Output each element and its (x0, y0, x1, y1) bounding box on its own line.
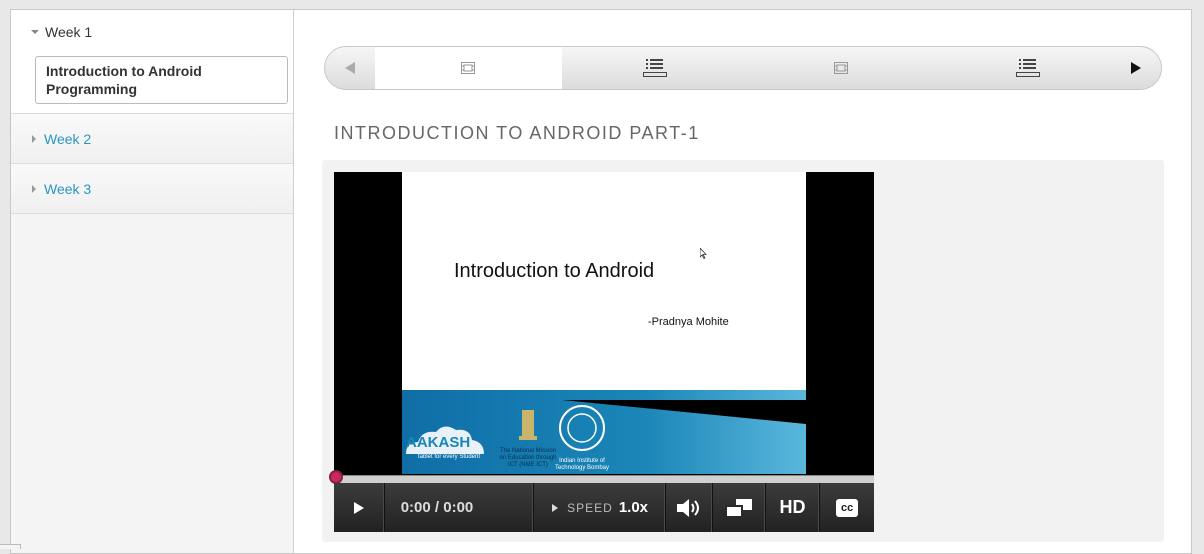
progress-handle[interactable] (329, 470, 343, 484)
chevron-right-icon (32, 134, 36, 143)
sequence-items (375, 47, 1121, 89)
prev-arrow-icon (345, 62, 355, 74)
list-icon (642, 59, 667, 77)
video-progress-bar[interactable] (329, 470, 874, 484)
time-display: 0:00 / 0:00 (385, 483, 534, 532)
video-icon (461, 62, 476, 74)
slide-author: -Pradnya Mohite (648, 316, 729, 328)
fullscreen-icon (724, 498, 752, 518)
captions-button[interactable]: cc (820, 483, 874, 532)
sequence-next-button[interactable] (1111, 47, 1161, 89)
hd-label: HD (779, 497, 806, 517)
next-arrow-icon (1131, 62, 1141, 74)
sequence-tab-video-1[interactable] (375, 47, 562, 89)
chevron-down-icon (31, 30, 39, 34)
sequence-tab-video-2[interactable] (748, 47, 935, 89)
sidebar-week-2[interactable]: Week 2 (11, 114, 293, 164)
volume-button[interactable] (666, 483, 713, 532)
main-content: INTRODUCTION TO ANDROID PART-1 Introduct… (294, 10, 1191, 553)
week-3-label: Week 3 (44, 180, 92, 197)
speed-button[interactable]: SPEED 1.0x (534, 483, 667, 532)
mouse-cursor-icon (700, 248, 707, 259)
course-frame: Week 1 Introduction to Android Programmi… (10, 9, 1192, 554)
play-button[interactable] (334, 483, 385, 532)
chevron-right-icon (552, 503, 559, 512)
week-2-label: Week 2 (44, 130, 92, 147)
iit-logo-text: Indian Institute of Technology Bombay (554, 458, 610, 471)
course-sidebar: Week 1 Introduction to Android Programmi… (11, 10, 294, 553)
play-icon (353, 501, 364, 514)
week-1-label: Week 1 (45, 24, 93, 40)
lesson-link-intro-android[interactable]: Introduction to Android Programming (35, 56, 288, 104)
video-panel: Introduction to Android -Pradnya Mohite (322, 160, 1164, 542)
mission-logo-text: The National Mission on Education throug… (499, 448, 557, 468)
sequence-tab-problem-1[interactable] (562, 47, 749, 89)
sequence-nav (324, 46, 1162, 90)
list-icon (1015, 59, 1040, 77)
sidebar-week-3[interactable]: Week 3 (11, 164, 293, 214)
cc-label: cc (836, 498, 859, 517)
week-1-toggle[interactable]: Week 1 (11, 24, 293, 40)
volume-icon (677, 498, 700, 517)
sidebar-week-1: Week 1 Introduction to Android Programmi… (11, 10, 293, 114)
fullscreen-button[interactable] (713, 483, 766, 532)
video-icon (834, 62, 849, 74)
speed-value: 1.0x (618, 499, 649, 516)
chevron-right-icon (32, 184, 36, 193)
sequence-tab-problem-2[interactable] (935, 47, 1122, 89)
window-corner (0, 544, 21, 549)
video-controls: 0:00 / 0:00 SPEED 1.0x HD cc (334, 483, 874, 532)
slide-title: Introduction to Android (454, 260, 655, 282)
page-title: INTRODUCTION TO ANDROID PART-1 (334, 123, 700, 143)
time-text: 0:00 / 0:00 (400, 499, 474, 516)
aakash-logo-text: AAKASH (406, 434, 471, 451)
aakash-tagline: tablet for every Student (417, 454, 481, 460)
video-player[interactable]: Introduction to Android -Pradnya Mohite (329, 172, 874, 532)
video-frame: Introduction to Android -Pradnya Mohite (402, 172, 806, 474)
sequence-prev-button[interactable] (325, 47, 375, 89)
hd-button[interactable]: HD (766, 483, 821, 532)
speed-label: SPEED (567, 500, 613, 515)
